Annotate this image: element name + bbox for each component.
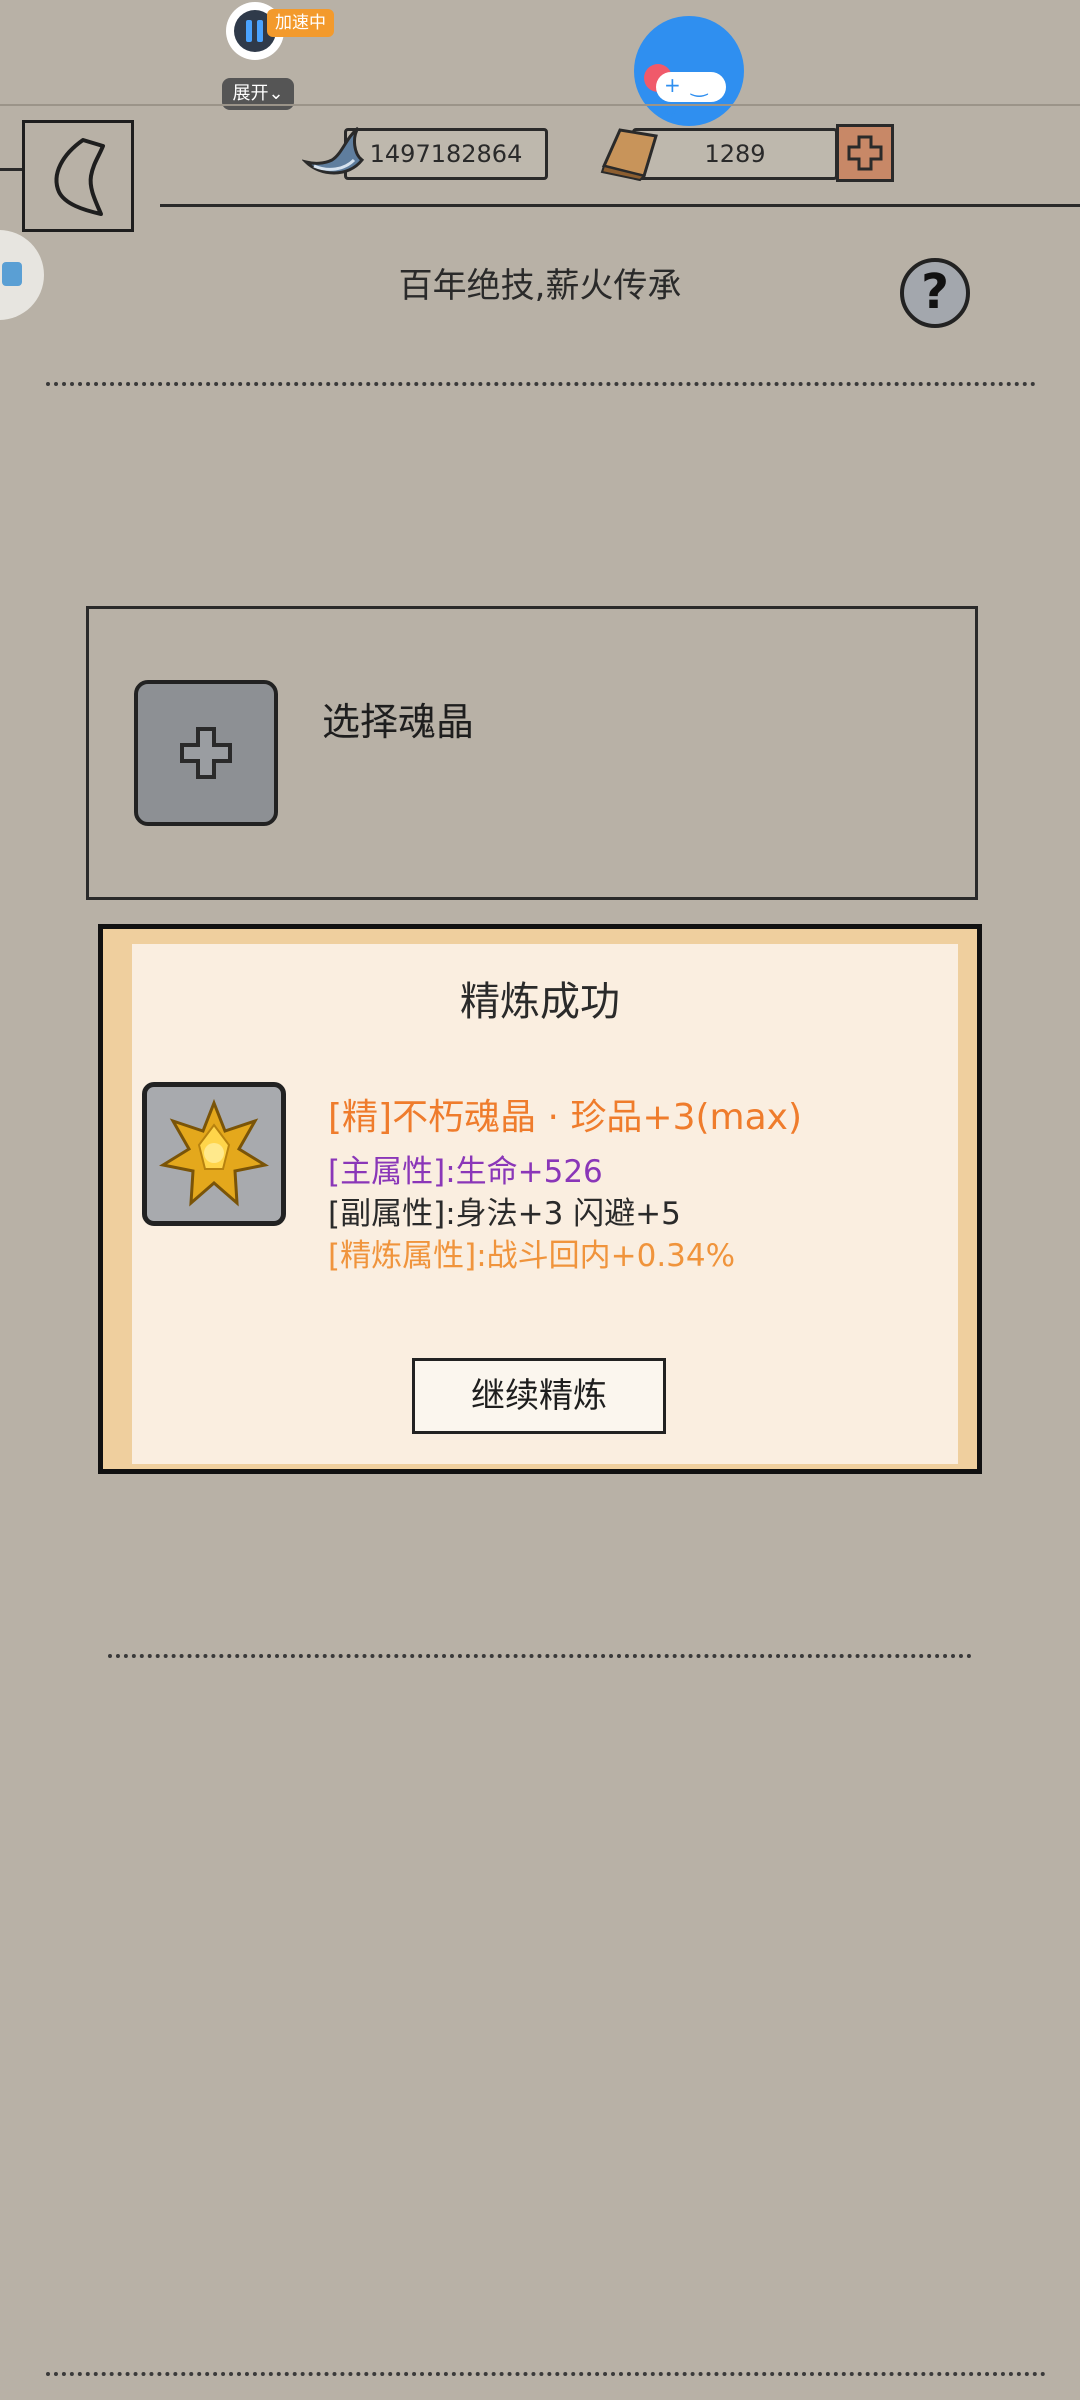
back-button[interactable] [22,120,134,232]
soul-crystal-icon [142,1082,286,1226]
plus-icon [180,727,232,779]
chevron-down-icon: ⌄ [268,83,284,104]
crystal-slot[interactable] [134,680,278,826]
expand-label: 展开 [232,83,269,104]
help-button[interactable]: ? [900,258,970,328]
accelerator-widget[interactable]: 加速中 展开⌄ [222,0,334,112]
plus-icon [847,135,883,171]
main-attribute: [主属性]:生命+526 [328,1154,603,1190]
game-assistant-logo-icon[interactable] [634,16,744,126]
gold-star-crystal-icon [159,1099,269,1207]
select-crystal-label: 选择魂晶 [322,700,475,744]
header-divider [160,204,1080,207]
gold-bar-icon [600,128,658,182]
gold-amount: 1289 [704,140,766,168]
refine-attribute: [精炼属性]:战斗回内+0.34% [328,1238,736,1274]
accelerator-badge: 加速中 [267,9,334,37]
dotted-divider-top [46,382,1036,386]
item-name: [精]不朽魂晶 · 珍品+3(max) [328,1097,803,1138]
silver-ingot-icon [302,126,365,175]
header-divider-left [0,168,22,171]
dotted-divider-bottom [46,2372,1046,2376]
sub-attribute: [副属性]:身法+3 闪避+5 [328,1196,681,1232]
silver-counter: 1497182864 [344,128,548,180]
screen: 加速中 展开⌄ 1497182864 1289 百年绝技,薪火传承 ? [0,0,1080,2400]
dotted-divider-middle [108,1654,972,1658]
page-title: 百年绝技,薪火传承 [398,266,682,306]
divider [0,104,1080,106]
silver-amount: 1497182864 [369,140,523,168]
add-gold-button[interactable] [836,124,894,182]
back-arrow-icon [54,138,105,216]
gold-counter: 1289 [632,128,838,180]
dialog-title: 精炼成功 [460,979,620,1025]
floating-side-tab[interactable] [0,230,44,320]
continue-refine-button[interactable]: 继续精炼 [412,1358,666,1434]
